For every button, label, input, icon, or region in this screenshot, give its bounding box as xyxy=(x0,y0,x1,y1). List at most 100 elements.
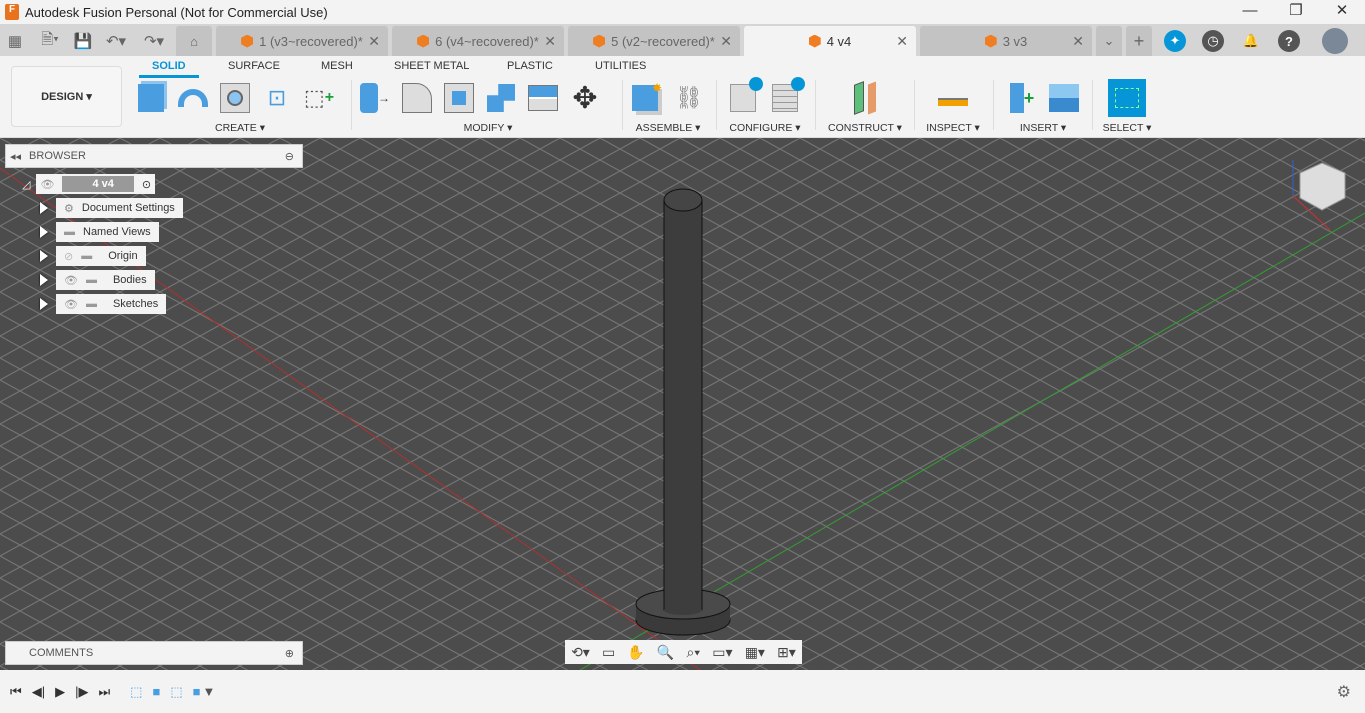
shell-icon[interactable] xyxy=(442,81,476,115)
expand-icon[interactable] xyxy=(40,226,48,238)
browser-panel-header[interactable]: ◂◂ BROWSER ⊖ xyxy=(5,144,303,168)
timeline-sketch-feature-icon[interactable]: ⬚ xyxy=(130,684,142,700)
press-pull-icon[interactable]: → xyxy=(358,81,392,115)
timeline-sketch-feature-icon[interactable]: ⬚ xyxy=(170,684,182,700)
create-menu[interactable]: CREATE ▾ xyxy=(134,122,346,134)
go-to-start-icon[interactable]: ⏮ xyxy=(10,684,22,700)
redo-icon[interactable]: ↷▾ xyxy=(136,26,172,56)
tab-sheet-metal[interactable]: SHEET METAL xyxy=(394,60,469,72)
tree-item-named-views[interactable]: ▬ Named Views xyxy=(40,222,159,242)
hole-icon[interactable] xyxy=(218,81,252,115)
new-tab-button[interactable]: + xyxy=(1126,26,1152,56)
notifications-icon[interactable]: 🔔 xyxy=(1240,30,1262,52)
3d-viewport[interactable] xyxy=(0,138,1365,671)
expand-icon[interactable] xyxy=(40,274,48,286)
tab-plastic[interactable]: PLASTIC xyxy=(507,60,553,72)
expand-icon[interactable] xyxy=(40,250,48,262)
fit-icon[interactable]: ⌕▾ xyxy=(686,644,700,661)
comments-panel-header[interactable]: COMMENTS ⊕ xyxy=(5,641,303,665)
restore-button[interactable]: ❐ xyxy=(1273,0,1319,22)
step-forward-icon[interactable]: |▶ xyxy=(75,684,88,700)
select-menu[interactable]: SELECT ▾ xyxy=(1098,122,1156,134)
tree-item-sketches[interactable]: 👁 ▬ Sketches xyxy=(40,294,167,314)
close-tab-icon[interactable]: ✕ xyxy=(896,33,908,50)
modify-menu[interactable]: MODIFY ▾ xyxy=(358,122,618,134)
tab-doc-1[interactable]: 1 (v3~recovered)* ✕ xyxy=(216,26,388,56)
zoom-icon[interactable]: 🔍 xyxy=(657,644,674,661)
workspace-switcher[interactable]: DESIGN ▾ xyxy=(11,66,122,127)
close-tab-icon[interactable]: ✕ xyxy=(720,33,732,50)
eye-icon[interactable]: 👁 xyxy=(40,178,54,191)
job-status-icon[interactable]: ◷ xyxy=(1202,30,1224,52)
extensions-icon[interactable]: ✦ xyxy=(1164,30,1186,52)
tree-root[interactable]: ◿ 👁 4 v4 ⊙ xyxy=(22,174,156,194)
play-icon[interactable]: ▶ xyxy=(55,684,65,700)
tree-item-origin[interactable]: ⊘ ▬ Origin xyxy=(40,246,146,266)
pan-icon[interactable]: ✋ xyxy=(627,644,644,661)
move-icon[interactable]: ✥ xyxy=(568,81,602,115)
display-settings-icon[interactable]: ▭▾ xyxy=(712,644,732,661)
create-sketch-icon[interactable]: ⬚ + xyxy=(302,81,336,115)
tree-item-bodies[interactable]: 👁 ▬ Bodies xyxy=(40,270,155,290)
insert-mcmaster-icon[interactable]: + xyxy=(1005,81,1039,115)
app-grid-icon[interactable]: ▦ xyxy=(0,26,30,56)
insert-menu[interactable]: INSERT ▾ xyxy=(998,122,1088,134)
extrude-icon[interactable] xyxy=(134,81,168,115)
home-tab[interactable]: ⌂ xyxy=(176,26,212,56)
collapse-browser-icon[interactable]: ◂◂ xyxy=(10,150,21,163)
configuration-table-icon[interactable] xyxy=(768,77,805,115)
revolve-icon[interactable] xyxy=(176,81,210,115)
activate-icon[interactable]: ⊙ xyxy=(142,178,151,191)
tab-doc-5[interactable]: 5 (v2~recovered)* ✕ xyxy=(568,26,740,56)
close-button[interactable]: ✕ xyxy=(1319,0,1365,22)
add-comment-icon[interactable]: ⊕ xyxy=(285,647,294,660)
undo-icon[interactable]: ↶▾ xyxy=(96,26,136,56)
offset-face-icon[interactable] xyxy=(526,81,560,115)
viewports-icon[interactable]: ⊞▾ xyxy=(777,644,796,661)
file-menu-icon[interactable]: 🗎▾ xyxy=(30,26,70,56)
eye-icon[interactable]: 👁 xyxy=(64,274,78,287)
minimize-browser-icon[interactable]: ⊖ xyxy=(285,150,294,163)
help-icon[interactable]: ? xyxy=(1278,30,1300,52)
look-at-icon[interactable]: ▭ xyxy=(602,644,615,661)
configure-menu[interactable]: CONFIGURE ▾ xyxy=(722,122,808,134)
offset-plane-icon[interactable] xyxy=(848,81,882,115)
timeline-settings-icon[interactable]: ⚙ xyxy=(1337,682,1351,702)
tab-doc-4[interactable]: 4 v4 ✕ xyxy=(744,26,916,56)
configure-model-icon[interactable] xyxy=(726,77,763,115)
fillet-icon[interactable] xyxy=(400,81,434,115)
tree-item-document-settings[interactable]: ⚙ Document Settings xyxy=(40,198,183,218)
select-icon[interactable] xyxy=(1108,79,1146,117)
measure-icon[interactable] xyxy=(936,81,970,115)
expand-icon[interactable] xyxy=(40,298,48,310)
new-component-icon[interactable]: ✸ xyxy=(630,81,664,115)
tab-utilities[interactable]: UTILITIES xyxy=(595,60,646,72)
close-tab-icon[interactable]: ✕ xyxy=(544,33,556,50)
go-to-end-icon[interactable]: ⏭ xyxy=(98,684,110,700)
minimize-button[interactable]: — xyxy=(1227,0,1273,22)
orbit-icon[interactable]: ⟲▾ xyxy=(571,644,590,661)
timeline-extrude-feature-icon[interactable]: ■ xyxy=(193,684,201,699)
close-tab-icon[interactable]: ✕ xyxy=(368,33,380,50)
tab-doc-6[interactable]: 6 (v4~recovered)* ✕ xyxy=(392,26,564,56)
insert-canvas-icon[interactable] xyxy=(1047,81,1081,115)
collapse-root-icon[interactable]: ◿ xyxy=(22,178,30,191)
close-tab-icon[interactable]: ✕ xyxy=(1072,33,1084,50)
timeline-extrude-feature-icon[interactable]: ■ xyxy=(152,684,160,699)
grid-settings-icon[interactable]: ▦▾ xyxy=(745,644,765,661)
expand-icon[interactable] xyxy=(40,202,48,214)
timeline-marker[interactable]: ▼ xyxy=(202,684,215,699)
assemble-menu[interactable]: ASSEMBLE ▾ xyxy=(626,122,710,134)
sketch-pattern-icon[interactable]: ⊡ xyxy=(260,81,294,115)
tab-doc-3[interactable]: 3 v3 ✕ xyxy=(920,26,1092,56)
eye-hidden-icon[interactable]: ⊘ xyxy=(64,250,73,263)
save-icon[interactable]: 💾 xyxy=(70,26,96,56)
tab-overflow-button[interactable]: ⌄ xyxy=(1096,26,1122,56)
inspect-menu[interactable]: INSPECT ▾ xyxy=(918,122,988,134)
construct-menu[interactable]: CONSTRUCT ▾ xyxy=(820,122,910,134)
eye-icon[interactable]: 👁 xyxy=(64,298,78,311)
tab-mesh[interactable]: MESH xyxy=(321,60,353,72)
tab-surface[interactable]: SURFACE xyxy=(228,60,280,72)
step-back-icon[interactable]: ◀| xyxy=(32,684,45,700)
joint-icon[interactable]: ⛓ xyxy=(672,81,706,115)
